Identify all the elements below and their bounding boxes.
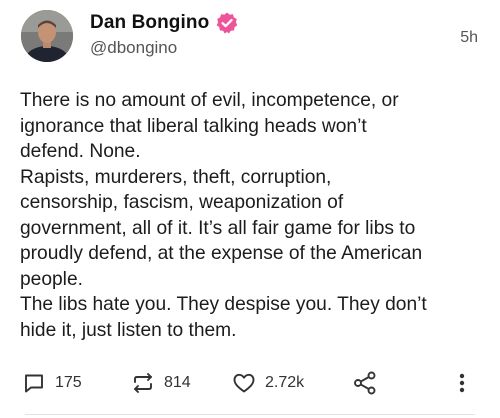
- post: Dan Bongino @dbongino 5h There is no amo…: [0, 0, 500, 418]
- like-count: 2.72k: [265, 374, 305, 391]
- more-vertical-icon: [459, 373, 465, 393]
- post-text-line: government, all of it. It’s all fair gam…: [20, 217, 416, 239]
- post-text-line: censorship, fascism, weaponization of: [20, 192, 344, 213]
- avatar[interactable]: [21, 10, 73, 62]
- post-timestamp[interactable]: 5h: [460, 29, 478, 47]
- reply-button[interactable]: 175: [22, 370, 82, 396]
- reply-icon: [25, 374, 43, 393]
- post-actions: 175 814 2.72k: [0, 370, 500, 396]
- post-text-line: The libs hate you. They despise you. The…: [20, 294, 427, 315]
- author-name[interactable]: Dan Bongino: [90, 12, 209, 34]
- verified-badge-icon: [216, 12, 238, 34]
- post-text-line: ignorance that liberal talking heads won…: [20, 115, 367, 137]
- repost-icon: [134, 373, 152, 393]
- post-text-line: hide it, just listen to them.: [20, 319, 237, 341]
- post-text-line: people.: [20, 268, 83, 290]
- post-text-line: Rapists, murderers, theft, corruption,: [20, 166, 332, 188]
- repost-button[interactable]: 814: [131, 370, 191, 396]
- more-options-button[interactable]: [452, 370, 472, 396]
- share-icon: [354, 371, 376, 395]
- avatar-image: [21, 10, 73, 62]
- post-body: There is no amount of evil, incompetence…: [20, 88, 488, 343]
- repost-count: 814: [164, 374, 191, 391]
- post-text-line: There is no amount of evil, incompetence…: [20, 90, 399, 111]
- heart-icon: [233, 373, 255, 393]
- author-handle[interactable]: @dbongino: [90, 38, 177, 58]
- post-text-line: proudly defend, at the expense of the Am…: [20, 243, 423, 264]
- share-button[interactable]: [352, 370, 378, 396]
- post-text-line: defend. None.: [20, 141, 141, 162]
- post-divider: [25, 414, 475, 415]
- reply-count: 175: [55, 374, 82, 391]
- like-button[interactable]: 2.72k: [232, 370, 304, 396]
